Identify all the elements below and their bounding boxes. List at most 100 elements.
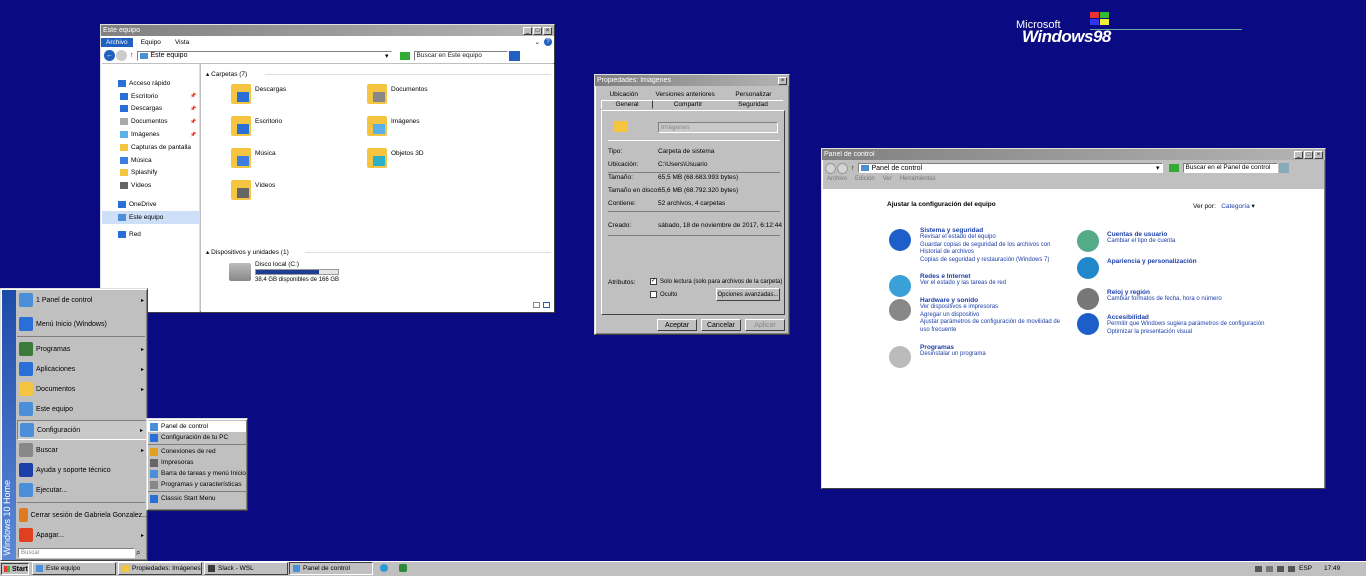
telegram-icon[interactable] xyxy=(380,564,388,572)
redes-e-internet-icon[interactable] xyxy=(889,275,911,297)
category-link[interactable]: Ver el estado y las tareas de red xyxy=(920,280,1070,288)
readonly-checkbox[interactable]: ✓ Solo lectura (solo para archivos de la … xyxy=(650,278,782,285)
nav-item-onedrive[interactable]: OneDrive xyxy=(102,198,199,211)
start-item-aplicaciones[interactable]: Aplicaciones ▸ xyxy=(17,359,148,379)
folder-musica[interactable]: Música xyxy=(231,148,351,172)
search-icon[interactable] xyxy=(508,50,520,61)
start-item-buscar[interactable]: Buscar ▸ xyxy=(17,440,148,460)
category-link[interactable]: Cambiar formatos de fecha, hora o número xyxy=(1107,296,1307,304)
taskbar-button-panel-de-control[interactable]: Panel de control xyxy=(289,562,373,575)
category-link[interactable]: Ver dispositivos e impresoras xyxy=(920,304,1070,312)
hidden-checkbox[interactable]: Oculto xyxy=(650,291,677,298)
ok-button[interactable]: Aceptar xyxy=(657,319,697,331)
folder-escritorio[interactable]: Escritorio xyxy=(231,116,351,140)
cancel-button[interactable]: Cancelar xyxy=(701,319,741,331)
refresh-icon[interactable] xyxy=(399,51,410,60)
category-title[interactable]: Reloj y región xyxy=(1107,289,1307,296)
cp-address-field[interactable]: Panel de control ▾ xyxy=(857,163,1163,173)
nav-item-red[interactable]: Red xyxy=(102,228,199,241)
folder-documentos[interactable]: Documentos xyxy=(367,84,487,108)
tab-ubicacion[interactable]: Ubicación xyxy=(601,91,647,98)
tab-compartir[interactable]: Compartir xyxy=(653,100,723,109)
start-item-ejecutar[interactable]: Ejecutar... xyxy=(17,480,148,503)
tab-versiones[interactable]: Versiones anteriores xyxy=(647,91,724,98)
nav-item-imagenes[interactable]: Imágenes 📌 xyxy=(102,128,199,141)
start-item-ayuda-y-soporte-tecnico[interactable]: Ayuda y soporte técnico xyxy=(17,460,148,480)
submenu-item-programas-y-caracteristicas[interactable]: Programas y características xyxy=(148,479,246,490)
tab-archivo[interactable]: Archivo xyxy=(101,37,133,47)
tab-seguridad[interactable]: Seguridad xyxy=(723,100,783,109)
menu-edicion[interactable]: Edición xyxy=(855,176,875,184)
apariencia-y-personalizacion-icon[interactable] xyxy=(1077,257,1099,279)
folder-objetos-3d[interactable]: Objetos 3D xyxy=(367,148,487,172)
maximize-button[interactable]: □ xyxy=(533,26,542,35)
chevron-down-icon[interactable]: ⌄ xyxy=(535,38,540,46)
advanced-options-button[interactable]: Opciones avanzadas... xyxy=(716,288,780,301)
nav-item-splashify[interactable]: Splashify xyxy=(102,167,199,180)
category-link[interactable]: Revisar el estado del equipo xyxy=(920,234,1070,242)
clock[interactable]: 17:49 xyxy=(1324,565,1340,572)
accesibilidad-icon[interactable] xyxy=(1077,313,1099,335)
refresh-icon[interactable] xyxy=(1168,164,1179,172)
taskbar-button-este-equipo[interactable]: Este equipo xyxy=(32,562,116,575)
submenu-item-conexiones-de-red[interactable]: Conexiones de red xyxy=(148,446,246,457)
search-icon[interactable]: ⌕ xyxy=(136,548,140,558)
nav-item-descargas[interactable]: Descargas 📌 xyxy=(102,103,199,116)
taskbar-button-slack-wsl[interactable]: Slack - WSL xyxy=(204,562,288,575)
start-item-configuracion[interactable]: Configuración ▸ xyxy=(17,420,148,440)
folder-videos[interactable]: Vídeos xyxy=(231,180,351,204)
app-icon[interactable] xyxy=(399,564,407,572)
nav-item-capturas-de-pantalla[interactable]: Capturas de pantalla xyxy=(102,141,199,154)
address-field[interactable]: Este equipo ▾ xyxy=(136,50,392,61)
submenu-item-classic-start-menu[interactable]: Classic Start Menu xyxy=(148,493,246,504)
nav-item-videos[interactable]: Vídeos xyxy=(102,179,199,192)
help-icon[interactable]: ? xyxy=(544,38,552,46)
start-item-apagar[interactable]: Apagar... ▸ xyxy=(17,525,148,545)
start-item-1-panel-de-control[interactable]: 1 Panel de control ▸ xyxy=(17,290,148,310)
disk-c[interactable]: Disco local (C:) 38,4 GB disponibles de … xyxy=(229,261,349,285)
category-link[interactable]: Guardar copias de seguridad de los archi… xyxy=(920,242,1070,257)
control-panel-titlebar[interactable]: Panel de control _ □ × xyxy=(822,149,1325,160)
nav-item-documentos[interactable]: Documentos 📌 xyxy=(102,115,199,128)
nav-item-este-equipo[interactable]: Este equipo xyxy=(102,210,199,224)
nav-item-acceso-rapido[interactable]: Acceso rápido xyxy=(102,77,199,90)
language-indicator[interactable]: ESP xyxy=(1299,565,1312,572)
menu-archivo[interactable]: Archivo xyxy=(827,176,847,184)
hardware-y-sonido-icon[interactable] xyxy=(889,299,911,321)
category-title[interactable]: Redes e Internet xyxy=(920,273,1070,280)
start-item-cerrar-sesion-de-gabriela-gonzalez[interactable]: Cerrar sesión de Gabriela Gonzalez... xyxy=(17,502,148,525)
up-icon[interactable]: ↑ xyxy=(130,52,134,59)
tiles-view-icon[interactable] xyxy=(543,302,550,308)
close-button[interactable]: × xyxy=(1314,150,1323,159)
tab-general[interactable]: General xyxy=(601,100,653,109)
volume-icon[interactable] xyxy=(1288,565,1295,572)
folder-name-field[interactable]: Imágenes xyxy=(658,122,778,133)
search-input[interactable]: Buscar en Este equipo xyxy=(413,50,508,61)
start-item-menu-inicio-windows[interactable]: Menú Inicio (Windows) xyxy=(17,314,148,337)
maximize-button[interactable]: □ xyxy=(1304,150,1313,159)
nav-item-escritorio[interactable]: Escritorio 📌 xyxy=(102,90,199,103)
submenu-item-panel-de-control[interactable]: Panel de control xyxy=(148,421,246,432)
close-button[interactable]: × xyxy=(778,76,787,85)
menu-herramientas[interactable]: Herramientas xyxy=(900,176,936,184)
menu-ver[interactable]: Ver xyxy=(883,176,892,184)
category-title[interactable]: Sistema y seguridad xyxy=(920,227,1070,234)
start-search-input[interactable]: Buscar xyxy=(18,548,135,558)
nav-item-musica[interactable]: Música xyxy=(102,154,199,167)
properties-titlebar[interactable]: Propiedades: Imágenes × xyxy=(595,75,789,86)
programas-icon[interactable] xyxy=(889,346,911,368)
search-icon[interactable] xyxy=(1278,163,1289,173)
category-title[interactable]: Hardware y sonido xyxy=(920,297,1070,304)
back-icon[interactable] xyxy=(825,162,836,174)
category-title[interactable]: Cuentas de usuario xyxy=(1107,231,1307,238)
tab-personalizar[interactable]: Personalizar xyxy=(724,91,783,98)
forward-icon[interactable] xyxy=(116,50,127,61)
category-link[interactable]: Cambiar el tipo de cuenta xyxy=(1107,238,1307,246)
taskbar-button-propiedades-imagenes[interactable]: Propiedades: Imágenes xyxy=(118,562,202,575)
network-icon[interactable] xyxy=(1255,565,1262,572)
folder-imagenes[interactable]: Imágenes xyxy=(367,116,487,140)
minimize-button[interactable]: _ xyxy=(1294,150,1303,159)
minimize-button[interactable]: _ xyxy=(523,26,532,35)
view-by[interactable]: Ver por: Categoría ▾ xyxy=(1193,202,1255,210)
cp-search-input[interactable]: Buscar en el Panel de control xyxy=(1182,163,1278,173)
